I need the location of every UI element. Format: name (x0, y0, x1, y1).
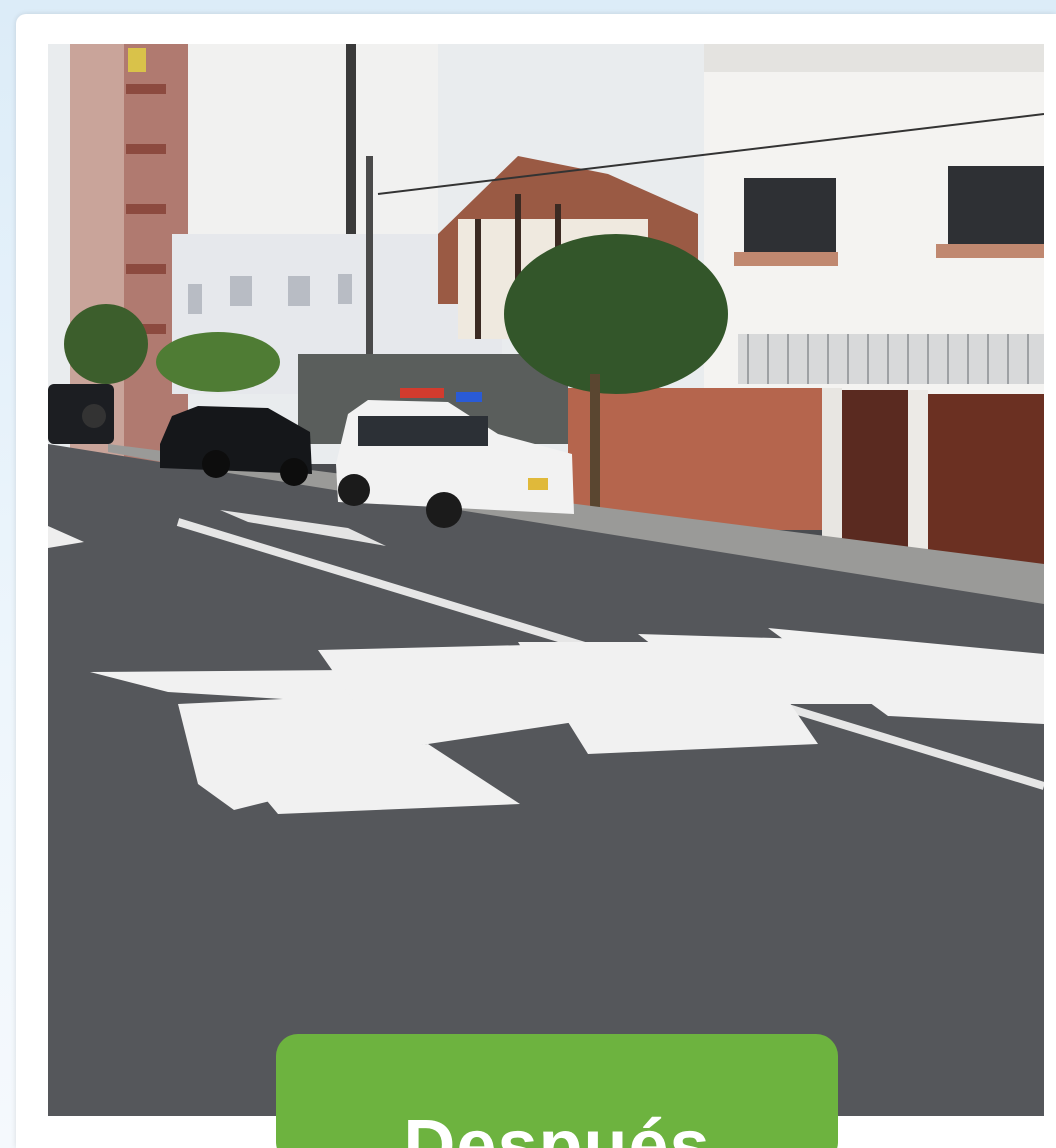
suv-car (48, 384, 114, 444)
after-badge: Después (276, 1034, 838, 1148)
after-badge-label: Después (403, 1106, 711, 1148)
page-frame: Después (0, 0, 1056, 1148)
tree (64, 304, 148, 384)
garage-door (842, 390, 908, 556)
tree (156, 332, 280, 392)
street-photo (48, 44, 1044, 1116)
tree (504, 234, 728, 394)
street-photo-illustration (48, 44, 1044, 1116)
